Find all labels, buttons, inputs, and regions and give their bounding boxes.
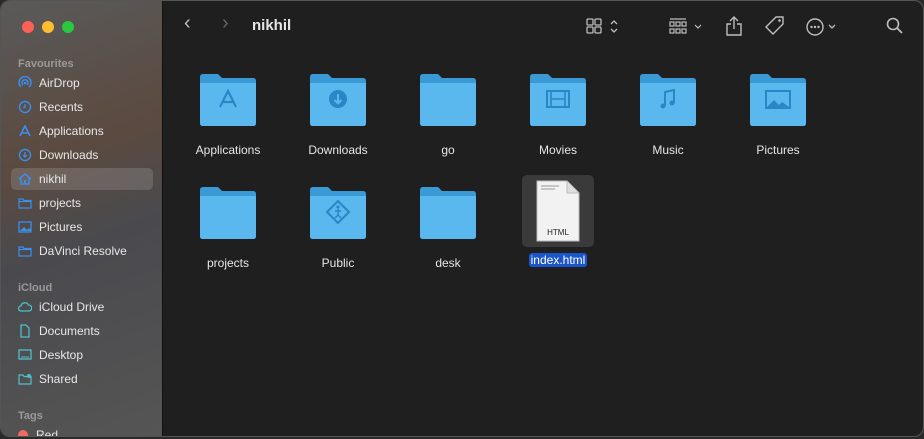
sidebar-item-davinci-resolve[interactable]: DaVinci Resolve (11, 240, 153, 262)
sidebar-item-label: DaVinci Resolve (39, 244, 127, 258)
sidebar-item-label: nikhil (39, 172, 67, 186)
airdrop-icon (18, 76, 32, 88)
folder-name: desk (435, 256, 461, 270)
desktop-icon (18, 349, 32, 360)
folder-icon (310, 74, 366, 126)
forward-button[interactable]: › (222, 12, 229, 35)
sidebar-item-label: Pictures (39, 220, 83, 234)
sidebar-item-nikhil[interactable]: nikhil (11, 168, 153, 190)
download-icon (18, 148, 32, 162)
sidebar-item-pictures[interactable]: Pictures (11, 216, 153, 238)
sidebar-item-documents[interactable]: Documents (11, 320, 153, 342)
sidebar: Favourites AirDrop Recents Applications Dow… (1, 1, 163, 436)
folder-icon (750, 74, 806, 126)
file-item[interactable]: HTML index.html (508, 175, 608, 269)
window-title: nikhil (252, 17, 292, 34)
pictures-icon (18, 221, 32, 233)
file-name[interactable]: index.html (528, 253, 588, 267)
finder-window: Favourites AirDrop Recents Applications Dow… (0, 0, 924, 437)
folder-icon (18, 198, 32, 209)
folder-icon (640, 74, 696, 126)
folder-item[interactable]: Music (618, 71, 718, 159)
more-actions-button[interactable] (805, 17, 841, 37)
sidebar-item-label: Applications (39, 124, 104, 138)
sidebar-item-label: iCloud Drive (39, 300, 105, 314)
folder-icon (420, 74, 476, 126)
minimize-button[interactable] (42, 21, 54, 33)
window-controls (22, 21, 74, 33)
tags-heading: Tags (18, 410, 43, 422)
sidebar-item-label: Recents (39, 100, 84, 114)
sidebar-item-projects[interactable]: projects (11, 192, 153, 214)
sidebar-item-desktop[interactable]: Desktop (11, 344, 153, 366)
folder-item[interactable]: Applications (178, 71, 278, 159)
sidebar-item-label: Downloads (39, 148, 99, 162)
cloud-icon (18, 302, 32, 312)
sidebar-item-recents[interactable]: Recents (11, 96, 153, 118)
folder-name: go (441, 143, 455, 157)
document-icon (20, 324, 30, 338)
folder-item[interactable]: projects (178, 184, 278, 272)
sidebar-item-shared[interactable]: Shared (11, 368, 153, 390)
folder-item[interactable]: Movies (508, 71, 608, 159)
favourites-heading: Favourites (18, 58, 74, 70)
shared-folder-icon (18, 374, 32, 385)
folder-icon (310, 187, 366, 239)
sidebar-item-label: Shared (39, 372, 78, 386)
folder-item[interactable]: Public (288, 184, 388, 272)
sidebar-tag-red[interactable]: Red (11, 424, 153, 437)
search-icon[interactable] (886, 17, 904, 35)
folder-icon (18, 246, 32, 257)
red-tag-icon (18, 430, 28, 436)
close-button[interactable] (22, 21, 34, 33)
sidebar-item-downloads[interactable]: Downloads (11, 144, 153, 166)
sidebar-item-label: Documents (39, 324, 100, 338)
sidebar-item-label: Red (36, 428, 59, 437)
folder-item[interactable]: Downloads (288, 71, 388, 159)
share-icon[interactable] (725, 15, 743, 37)
icon-view-button[interactable] (586, 18, 620, 36)
folder-name: Pictures (756, 143, 800, 157)
file-type-label: HTML (547, 228, 569, 237)
folder-name: projects (206, 256, 250, 270)
main-pane: ‹ › nikhil Applications Downloads go Movies… (164, 1, 923, 436)
folder-item[interactable]: go (398, 71, 498, 159)
download-icon (329, 90, 347, 108)
clock-icon (18, 100, 32, 114)
sidebar-item-icloud-drive[interactable]: iCloud Drive (11, 296, 153, 318)
toolbar: ‹ › nikhil (164, 1, 923, 51)
folder-name: Movies (538, 143, 577, 157)
sidebar-item-label: projects (39, 196, 82, 210)
back-button[interactable]: ‹ (184, 12, 191, 35)
folder-icon (200, 74, 256, 126)
applications-icon (19, 124, 31, 137)
group-by-button[interactable] (669, 18, 705, 36)
folder-name: Downloads (308, 143, 368, 157)
tag-icon[interactable] (764, 15, 786, 37)
folder-name: Applications (195, 143, 261, 157)
sidebar-item-label: Desktop (39, 348, 84, 362)
sidebar-item-label: AirDrop (39, 76, 80, 90)
icloud-heading: iCloud (18, 282, 53, 294)
home-icon (18, 173, 32, 185)
folder-item[interactable]: desk (398, 184, 498, 272)
zoom-button[interactable] (62, 21, 74, 33)
folder-icon (420, 187, 476, 239)
folder-icon (200, 187, 256, 239)
folder-item[interactable]: Pictures (728, 71, 828, 159)
sidebar-item-airdrop[interactable]: AirDrop (11, 72, 153, 94)
html-file-icon: HTML (522, 175, 594, 247)
sidebar-item-applications[interactable]: Applications (11, 120, 153, 142)
folder-icon (530, 74, 586, 126)
folder-name: Public (321, 256, 355, 270)
folder-name: Music (652, 143, 684, 157)
